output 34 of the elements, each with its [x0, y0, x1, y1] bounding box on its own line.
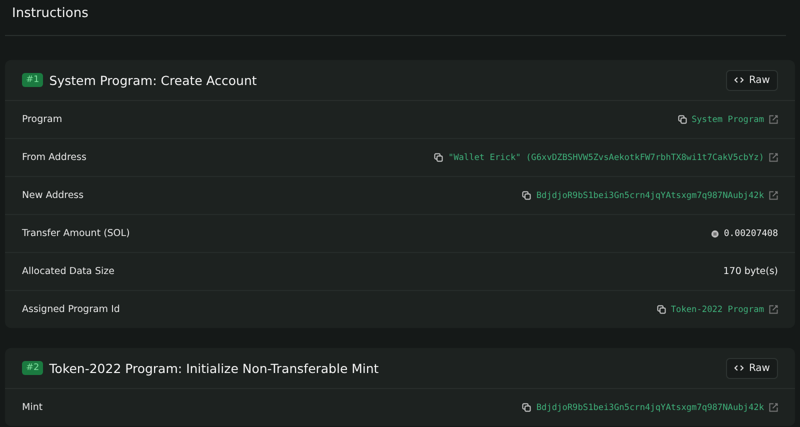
- instruction-name: System Program: Create Account: [49, 72, 257, 88]
- raw-button[interactable]: Raw: [726, 70, 778, 90]
- instruction-number: #2: [22, 361, 44, 375]
- address-link[interactable]: BdjdjoR9bS1bei3Gn5crn4jqYAtsxgm7q987NAubj42k: [536, 190, 764, 200]
- field-label: New Address: [22, 190, 84, 201]
- instruction-number: #1: [22, 73, 44, 87]
- code-icon: [734, 364, 744, 372]
- external-link-icon[interactable]: [769, 305, 778, 314]
- external-link-icon[interactable]: [769, 153, 778, 162]
- field-label: Transfer Amount (SOL): [22, 228, 130, 239]
- code-icon: [734, 76, 744, 84]
- coin-icon: [710, 230, 719, 238]
- copy-icon[interactable]: [678, 115, 687, 124]
- sol-amount: 0.00207408: [724, 228, 778, 238]
- address-link[interactable]: BdjdjoR9bS1bei3Gn5crn4jqYAtsxgm7q987NAubj42k: [536, 402, 764, 412]
- external-link-icon[interactable]: [769, 191, 778, 200]
- copy-icon[interactable]: [522, 191, 532, 200]
- copy-icon[interactable]: [656, 305, 666, 314]
- field-label: From Address: [22, 152, 86, 163]
- address-link[interactable]: Token-2022 Program: [670, 304, 764, 314]
- field-label: Mint: [22, 402, 43, 413]
- address-link[interactable]: System Program: [692, 114, 764, 124]
- raw-button[interactable]: Raw: [726, 358, 778, 378]
- field-label: Assigned Program Id: [22, 304, 120, 315]
- section-title: Instructions: [12, 6, 88, 21]
- external-link-icon[interactable]: [769, 115, 778, 124]
- field-label: Program: [22, 114, 62, 125]
- external-link-icon[interactable]: [769, 403, 778, 412]
- field-label: Allocated Data Size: [22, 266, 114, 277]
- instruction-name: Token-2022 Program: Initialize Non-Transferable Mint: [49, 360, 379, 376]
- field-value: 170 byte(s): [723, 266, 778, 277]
- address-link[interactable]: "Wallet Erick" (G6xvDZBSHVW5ZvsAekotkFW7rbhTX8wi1t7CakV5cbYz): [448, 152, 764, 162]
- copy-icon[interactable]: [522, 403, 532, 412]
- copy-icon[interactable]: [434, 153, 444, 162]
